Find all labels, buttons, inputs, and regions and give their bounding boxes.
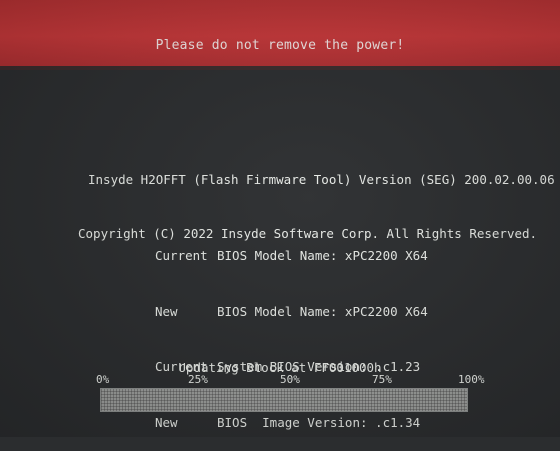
progress-bar — [100, 388, 468, 412]
tick-label: 100% — [458, 373, 485, 386]
info-row: Current BIOS Model Name: xPC2200 X64 — [155, 247, 428, 266]
info-text: BIOS Model Name: xPC2200 X64 — [217, 303, 428, 319]
tick-label: 75% — [372, 373, 392, 386]
bios-info: Current BIOS Model Name: xPC2200 X64 New… — [155, 210, 428, 451]
tick-label: 25% — [188, 373, 208, 386]
tick-label: 0% — [96, 373, 110, 386]
info-row: New BIOS Model Name: xPC2200 X64 — [155, 303, 428, 322]
info-text: BIOS Model Name: xPC2200 X64 — [217, 248, 428, 263]
info-row: New BIOS Image Version: .c1.34 — [155, 414, 428, 433]
info-text: BIOS Image Version: .c1.34 — [217, 414, 421, 430]
info-prefix: New — [155, 303, 178, 319]
warning-banner: Please do not remove the power! — [0, 0, 560, 66]
tool-version: Insyde H2OFFT (Flash Firmware Tool) Vers… — [88, 172, 555, 187]
info-prefix: Current — [155, 248, 208, 263]
tick-label: 50% — [280, 373, 300, 386]
warning-message: Please do not remove the power! — [155, 38, 405, 53]
banner-divider — [0, 66, 560, 70]
info-prefix: New — [155, 414, 178, 430]
progress-fill — [101, 389, 467, 411]
progress-ticks: 0% 25% 50% 75% 100% — [0, 373, 560, 389]
